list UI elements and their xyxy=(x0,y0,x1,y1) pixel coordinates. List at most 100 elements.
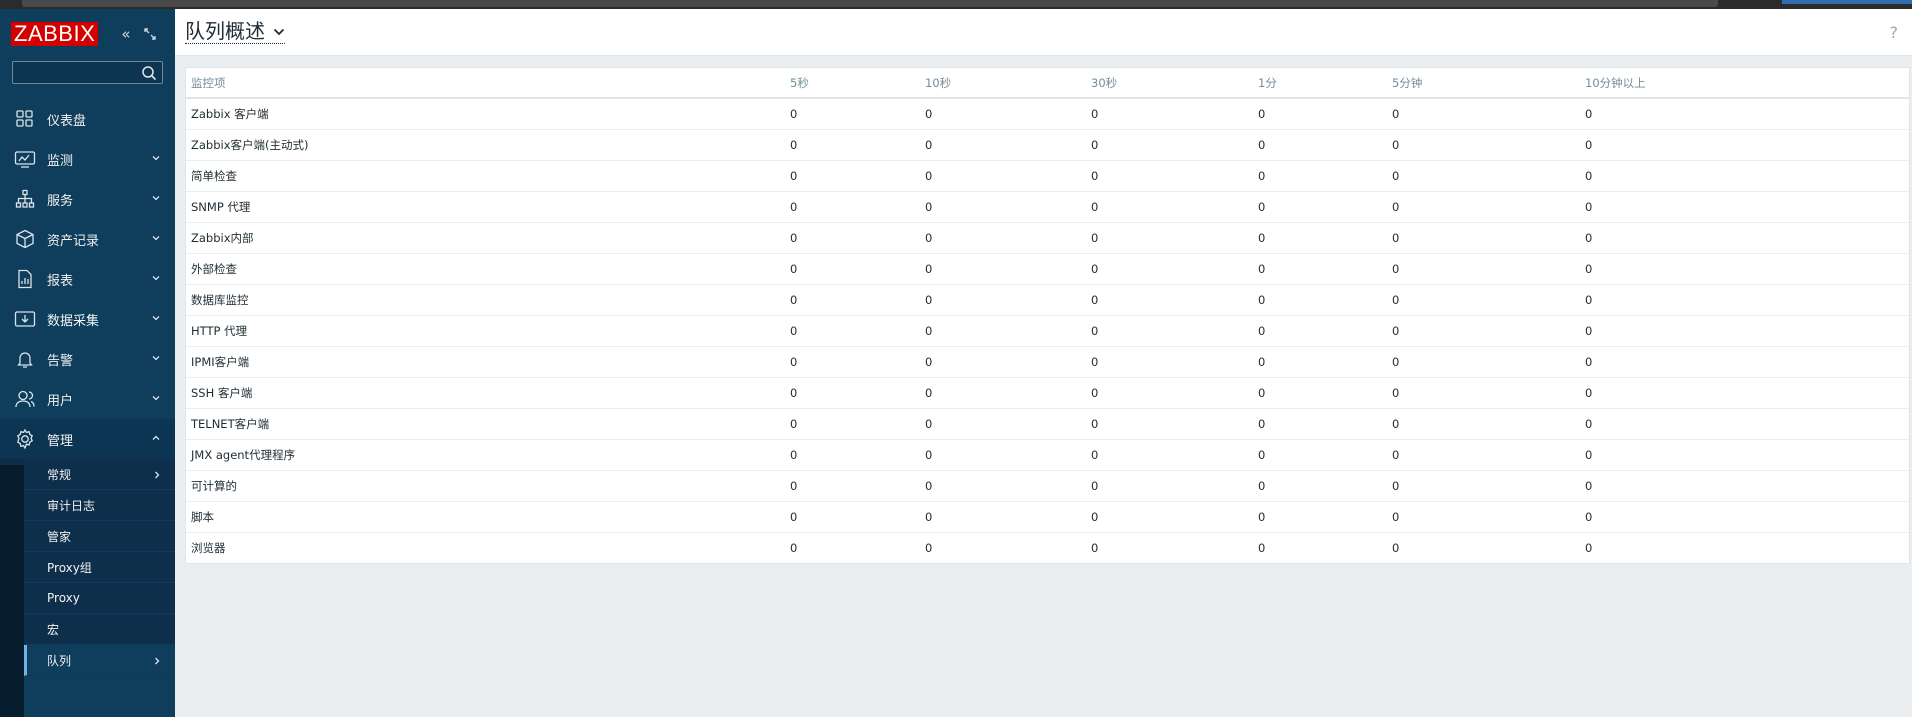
table-row: 数据库监控 0 0 0 0 0 0 xyxy=(186,284,1909,316)
queue-count-cell: 0 xyxy=(1253,346,1387,378)
queue-count-cell: 0 xyxy=(920,315,1086,347)
chevron-down-icon xyxy=(273,28,285,36)
queue-count-cell: 0 xyxy=(1253,129,1387,161)
sidebar-item-label: 仪表盘 xyxy=(47,113,87,129)
queue-count-cell: 0 xyxy=(785,439,920,471)
sidebar-item-label: 用户 xyxy=(47,393,74,409)
queue-count-cell: 0 xyxy=(1091,540,1099,555)
sidebar-item-alerts[interactable]: 告警 xyxy=(0,339,175,379)
submenu-item[interactable]: Proxy组 xyxy=(24,552,175,583)
queue-count-cell: 0 xyxy=(1580,408,1909,440)
queue-count-cell: 0 xyxy=(1580,284,1909,316)
queue-count-cell: 0 xyxy=(1387,284,1580,316)
submenu-gutter xyxy=(0,465,24,717)
page-header: 队列概述 ? xyxy=(175,9,1912,56)
queue-count-cell: 0 xyxy=(1387,346,1580,378)
queue-count-cell: 0 xyxy=(1086,98,1253,130)
item-type-cell: HTTP 代理 xyxy=(186,315,785,347)
submenu-item[interactable]: Proxy xyxy=(24,583,175,614)
chevron-down-icon xyxy=(152,396,160,401)
column-header-5s: 5秒 xyxy=(785,68,920,99)
table-row: IPMI客户端 0 0 0 0 0 0 xyxy=(186,346,1909,378)
table-row: Zabbix客户端(主动式) 0 0 0 0 0 0 xyxy=(186,129,1909,161)
queue-count-cell: 0 xyxy=(1387,315,1580,347)
queue-count-cell: 0 xyxy=(920,160,1086,192)
queue-count-cell: 0 xyxy=(785,315,920,347)
column-header-30s: 30秒 xyxy=(1086,68,1253,99)
admin-submenu: 常规 审计日志 管家 Proxy组 Proxy 宏队列 xyxy=(0,459,175,676)
reports-icon xyxy=(14,268,36,290)
item-type-cell: SSH 客户端 xyxy=(186,377,785,409)
queue-count-cell: 0 xyxy=(1253,315,1387,347)
queue-count-cell: 0 xyxy=(1086,377,1253,409)
page-title-dropdown[interactable]: 队列概述 xyxy=(185,19,285,44)
item-type-cell: 外部检查 xyxy=(186,253,785,285)
item-type-cell: 简单检查 xyxy=(186,160,785,192)
sidebar-item-gear[interactable]: 管理 xyxy=(0,419,175,459)
column-header-10m-plus: 10分钟以上 xyxy=(1580,68,1909,99)
browser-top-strip xyxy=(0,0,1912,9)
table-row: 脚本 0 0 0 0 0 0 xyxy=(186,501,1909,533)
sidebar-item-label: 监测 xyxy=(47,153,74,169)
kiosk-mode-icon[interactable] xyxy=(141,25,159,43)
sidebar-item-services[interactable]: 服务 xyxy=(0,179,175,219)
queue-count-cell: 0 xyxy=(920,129,1086,161)
queue-count-cell: 0 xyxy=(1580,315,1909,347)
table-row: SSH 客户端 0 0 0 0 0 0 xyxy=(186,377,1909,409)
sidebar-item-label: 管理 xyxy=(47,433,74,449)
queue-count-cell: 0 xyxy=(920,408,1086,440)
chevron-down-icon xyxy=(152,196,160,201)
submenu-item[interactable]: 审计日志 xyxy=(24,490,175,521)
queue-count-cell: 0 xyxy=(1580,160,1909,192)
sidebar-item-dashboard[interactable]: 仪表盘 xyxy=(0,99,175,139)
zabbix-logo[interactable]: ZABBIX xyxy=(11,22,99,46)
sidebar-item-reports[interactable]: 报表 xyxy=(0,259,175,299)
column-header-5m: 5分钟 xyxy=(1387,68,1580,99)
queue-overview-panel: 监控项 5秒 10秒 30秒 1分 5分钟 10分钟以上 Zabbix 客户端 0… xyxy=(185,67,1910,564)
chevron-down-icon xyxy=(152,236,160,241)
queue-count-cell: 0 xyxy=(785,129,920,161)
data-collection-icon xyxy=(14,308,36,330)
submenu-item[interactable]: 常规 xyxy=(24,459,175,490)
table-row: TELNET客户端 0 0 0 0 0 0 xyxy=(186,408,1909,440)
table-header-row: 监控项 5秒 10秒 30秒 1分 5分钟 10分钟以上 xyxy=(186,68,1909,99)
queue-count-cell: 0 xyxy=(1387,470,1580,502)
queue-count-cell: 0 xyxy=(1387,501,1580,533)
search-icon[interactable] xyxy=(139,63,159,83)
queue-count-cell: 0 xyxy=(920,346,1086,378)
table-row: 外部检查 0 0 0 0 0 0 xyxy=(186,253,1909,285)
sidebar-item-monitoring[interactable]: 监测 xyxy=(0,139,175,179)
sidebar: ZABBIX « 仪表盘监测服务资产记录报表数据采集告警用户管理常规 审计日志 管家… xyxy=(0,9,175,717)
queue-count-cell: 0 xyxy=(920,222,1086,254)
queue-count-cell: 0 xyxy=(920,501,1086,533)
queue-count-cell: 0 xyxy=(1086,191,1253,223)
help-icon[interactable]: ? xyxy=(1890,23,1899,42)
queue-count-cell: 0 xyxy=(1086,253,1253,285)
queue-count-cell: 0 xyxy=(785,191,920,223)
column-header-10s: 10秒 xyxy=(920,68,1086,99)
queue-count-cell: 0 xyxy=(1086,439,1253,471)
item-type-cell: Zabbix 客户端 xyxy=(186,98,785,130)
submenu-item[interactable]: 队列 xyxy=(24,645,175,676)
queue-count-cell: 0 xyxy=(1253,284,1387,316)
queue-count-cell: 0 xyxy=(1580,346,1909,378)
submenu-item[interactable]: 管家 xyxy=(24,521,175,552)
submenu-item[interactable]: 宏 xyxy=(24,614,175,645)
sidebar-item-label: 数据采集 xyxy=(47,313,100,329)
sidebar-item-users[interactable]: 用户 xyxy=(0,379,175,419)
queue-count-cell: 0 xyxy=(1580,191,1909,223)
queue-count-cell: 0 xyxy=(920,191,1086,223)
queue-count-cell: 0 xyxy=(1253,470,1387,502)
sidebar-item-data-collection[interactable]: 数据采集 xyxy=(0,299,175,339)
queue-count-cell: 0 xyxy=(920,253,1086,285)
sidebar-item-label: 告警 xyxy=(47,353,74,369)
table-row: 简单检查 0 0 0 0 0 0 xyxy=(186,160,1909,192)
monitoring-icon xyxy=(14,148,36,170)
collapse-sidebar-icon[interactable]: « xyxy=(117,25,135,43)
sidebar-item-label: 资产记录 xyxy=(47,233,100,249)
table-row: 可计算的 0 0 0 0 0 0 xyxy=(186,470,1909,502)
queue-count-cell: 0 xyxy=(920,470,1086,502)
sidebar-item-inventory[interactable]: 资产记录 xyxy=(0,219,175,259)
search-input[interactable] xyxy=(13,62,138,84)
queue-table: 监控项 5秒 10秒 30秒 1分 5分钟 10分钟以上 Zabbix 客户端 0… xyxy=(186,68,1909,563)
